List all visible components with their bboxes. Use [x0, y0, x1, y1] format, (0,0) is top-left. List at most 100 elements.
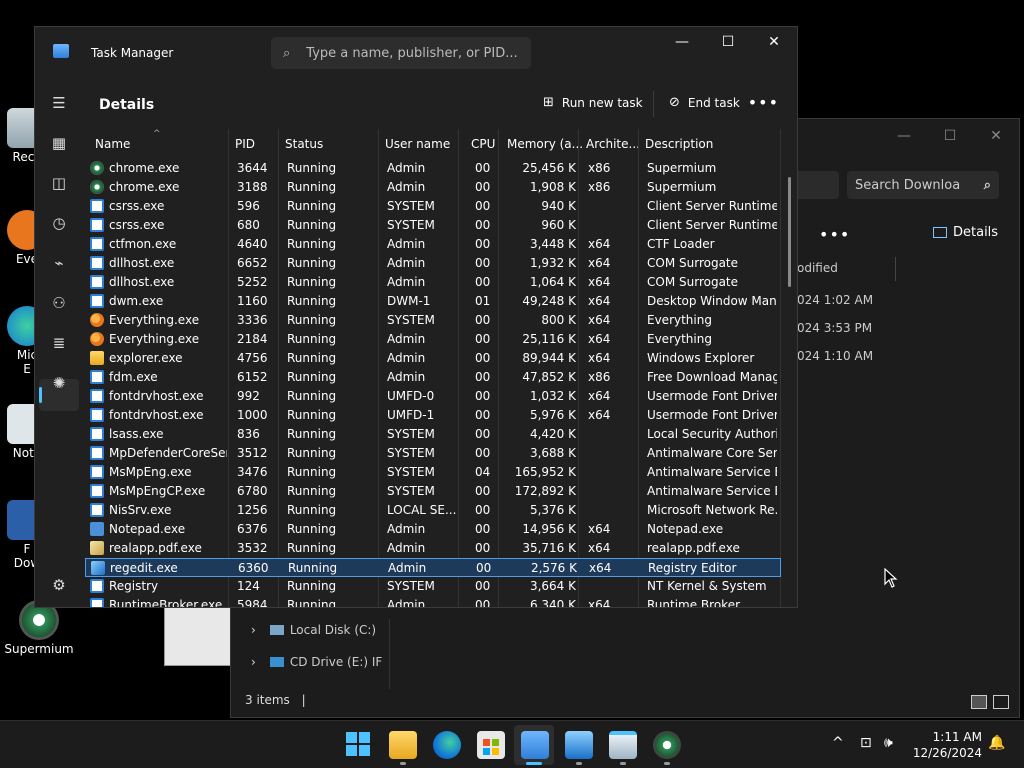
close-icon[interactable]: ✕: [973, 128, 1019, 144]
cell-desc: Windows Explorer: [647, 351, 755, 365]
minimize-icon[interactable]: —: [881, 128, 927, 144]
table-row[interactable]: lsass.exe 836 Running SYSTEM 00 4,420 K Local …: [85, 425, 781, 444]
cell-cpu: 00: [475, 256, 491, 270]
start-button[interactable]: [345, 731, 373, 759]
maximize-icon[interactable]: ☐: [705, 27, 751, 57]
explorer-details-button[interactable]: Details: [933, 225, 998, 240]
table-row[interactable]: chrome.exe 3188 Running Admin 00 1,908 K x86 Su…: [85, 178, 781, 197]
notepad-taskbar-icon[interactable]: [609, 731, 637, 759]
desktop-icon-supermium[interactable]: Supermium: [4, 600, 74, 656]
task-manager-taskbar-icon[interactable]: [521, 731, 549, 759]
table-row[interactable]: fontdrvhost.exe 1000 Running UMFD-1 00 5,976 …: [85, 406, 781, 425]
maximize-icon[interactable]: ☐: [927, 128, 973, 144]
end-task-button[interactable]: ⊘ End task: [669, 95, 740, 110]
column-header-architecture[interactable]: Archite...: [586, 137, 640, 151]
cell-user: Admin: [387, 237, 426, 251]
processes-icon[interactable]: ▦: [49, 133, 69, 153]
run-new-task-button[interactable]: ⊞ Run new task: [543, 95, 643, 110]
table-row[interactable]: dwm.exe 1160 Running DWM-1 01 49,248 K x64 Desk…: [85, 292, 781, 311]
column-header-cpu[interactable]: CPU: [471, 137, 495, 151]
column-divider[interactable]: [895, 257, 896, 281]
cell-pid: 3476: [237, 465, 268, 479]
cell-desc: COM Surrogate: [647, 256, 739, 270]
table-row[interactable]: chrome.exe 3644 Running Admin 00 25,456 K x86 S…: [85, 159, 781, 178]
app-history-icon[interactable]: ◷: [49, 213, 69, 233]
column-header-name[interactable]: Name: [95, 137, 130, 151]
vertical-scrollbar[interactable]: [788, 177, 791, 287]
cell-mem: 5,376 K: [529, 503, 576, 517]
services-icon[interactable]: ✺: [49, 373, 69, 393]
details-icon[interactable]: ≣: [49, 333, 69, 353]
users-icon[interactable]: ⚇: [49, 293, 69, 313]
show-hidden-icons-chevron-up-icon[interactable]: ^: [832, 735, 844, 751]
table-row[interactable]: MpDefenderCoreSer... 3512 Running SYSTEM 00 3…: [85, 444, 781, 463]
volume-icon[interactable]: 🕪: [884, 735, 893, 751]
table-row[interactable]: fontdrvhost.exe 992 Running UMFD-0 00 1,032 K…: [85, 387, 781, 406]
table-row[interactable]: Everything.exe 3336 Running SYSTEM 00 800 K x6…: [85, 311, 781, 330]
file-explorer-taskbar-icon[interactable]: [389, 731, 417, 759]
table-row[interactable]: RuntimeBroker.exe 5984 Running Admin 00 6,340…: [85, 596, 781, 607]
microsoft-store-taskbar-icon[interactable]: [477, 731, 505, 759]
cell-status: Running: [287, 389, 337, 403]
table-row[interactable]: ctfmon.exe 4640 Running Admin 00 3,448 K x64 CT…: [85, 235, 781, 254]
regedit-taskbar-icon[interactable]: [565, 731, 593, 759]
performance-icon[interactable]: ◫: [49, 173, 69, 193]
cell-cpu: 00: [475, 237, 491, 251]
cell-desc: Everything: [647, 313, 712, 327]
notification-bell-icon[interactable]: 🔔: [988, 735, 1005, 751]
cell-desc: Notepad.exe: [647, 522, 724, 536]
tree-item-local-disk[interactable]: › Local Disk (C:): [251, 623, 376, 637]
chevron-right-icon[interactable]: ›: [251, 655, 256, 669]
edge-taskbar-icon[interactable]: [433, 731, 461, 759]
window-title: Task Manager: [91, 46, 174, 60]
process-search-input[interactable]: ⌕ Type a name, publisher, or PID...: [271, 37, 531, 69]
column-header-pid[interactable]: PID: [235, 137, 255, 151]
table-row[interactable]: realapp.pdf.exe 3532 Running Admin 00 35,716 …: [85, 539, 781, 558]
cell-cpu: 00: [475, 161, 491, 175]
table-row[interactable]: csrss.exe 596 Running SYSTEM 00 940 K Client S…: [85, 197, 781, 216]
column-header-status[interactable]: Status: [285, 137, 323, 151]
table-row[interactable]: csrss.exe 680 Running SYSTEM 00 960 K Client S…: [85, 216, 781, 235]
column-header-description[interactable]: Description: [645, 137, 713, 151]
explorer-more-button[interactable]: •••: [819, 225, 850, 244]
explorer-search-input[interactable]: Search Downloa ⌕: [847, 171, 999, 199]
table-row-selected[interactable]: regedit.exe 6360 Running Admin 00 2,576 K x64 R…: [85, 558, 781, 577]
cell-name: chrome.exe: [109, 161, 180, 175]
tiles-view-icon[interactable]: [993, 695, 1009, 709]
table-row[interactable]: dllhost.exe 6652 Running Admin 00 1,932 K x64 C…: [85, 254, 781, 273]
column-header-user-name[interactable]: User name: [385, 137, 450, 151]
minimize-icon[interactable]: —: [659, 27, 705, 57]
cell-user: UMFD-1: [387, 408, 435, 422]
more-options-icon[interactable]: •••: [748, 93, 779, 112]
cell-desc: Everything: [647, 332, 712, 346]
supermium-taskbar-icon[interactable]: [653, 731, 681, 759]
table-row[interactable]: MsMpEng.exe 3476 Running SYSTEM 04 165,952 K A…: [85, 463, 781, 482]
cell-name: dllhost.exe: [109, 275, 175, 289]
table-row[interactable]: dllhost.exe 5252 Running Admin 00 1,064 K x64 C…: [85, 273, 781, 292]
startup-apps-icon[interactable]: ⌁: [49, 253, 69, 273]
details-view-icon[interactable]: [971, 695, 987, 709]
task-manager-titlebar: Task Manager ⌕ Type a name, publisher, o…: [35, 27, 797, 79]
table-row[interactable]: fdm.exe 6152 Running Admin 00 47,852 K x86 Free…: [85, 368, 781, 387]
pane-divider[interactable]: [389, 619, 390, 689]
network-icon[interactable]: ⊡: [860, 735, 872, 751]
table-row[interactable]: explorer.exe 4756 Running Admin 00 89,944 K x6…: [85, 349, 781, 368]
table-row[interactable]: Registry 124 Running SYSTEM 00 3,664 K NT Kern…: [85, 577, 781, 596]
task-manager-window[interactable]: Task Manager ⌕ Type a name, publisher, o…: [34, 26, 798, 608]
hamburger-menu-icon[interactable]: ☰: [49, 93, 69, 113]
settings-gear-icon[interactable]: ⚙: [49, 575, 69, 595]
sys-process-icon: [90, 446, 104, 460]
close-icon[interactable]: ✕: [751, 27, 797, 57]
tree-item-cd-drive[interactable]: › CD Drive (E:) IF: [251, 655, 382, 669]
table-row[interactable]: Everything.exe 2184 Running Admin 00 25,116 K…: [85, 330, 781, 349]
system-clock[interactable]: 1:11 AM 12/26/2024: [912, 729, 982, 761]
cell-mem: 14,956 K: [522, 522, 576, 536]
table-row[interactable]: Notepad.exe 6376 Running Admin 00 14,956 K x64…: [85, 520, 781, 539]
table-row[interactable]: NisSrv.exe 1256 Running LOCAL SE... 00 5,376 …: [85, 501, 781, 520]
explorer-address-bar[interactable]: [791, 171, 839, 199]
column-header-memory[interactable]: Memory (a...: [507, 137, 583, 151]
table-row[interactable]: MsMpEngCP.exe 6780 Running SYSTEM 00 172,892 …: [85, 482, 781, 501]
cell-mem: 800 K: [541, 313, 576, 327]
column-header-date-modified[interactable]: odified: [797, 261, 838, 275]
chevron-right-icon[interactable]: ›: [251, 623, 256, 637]
